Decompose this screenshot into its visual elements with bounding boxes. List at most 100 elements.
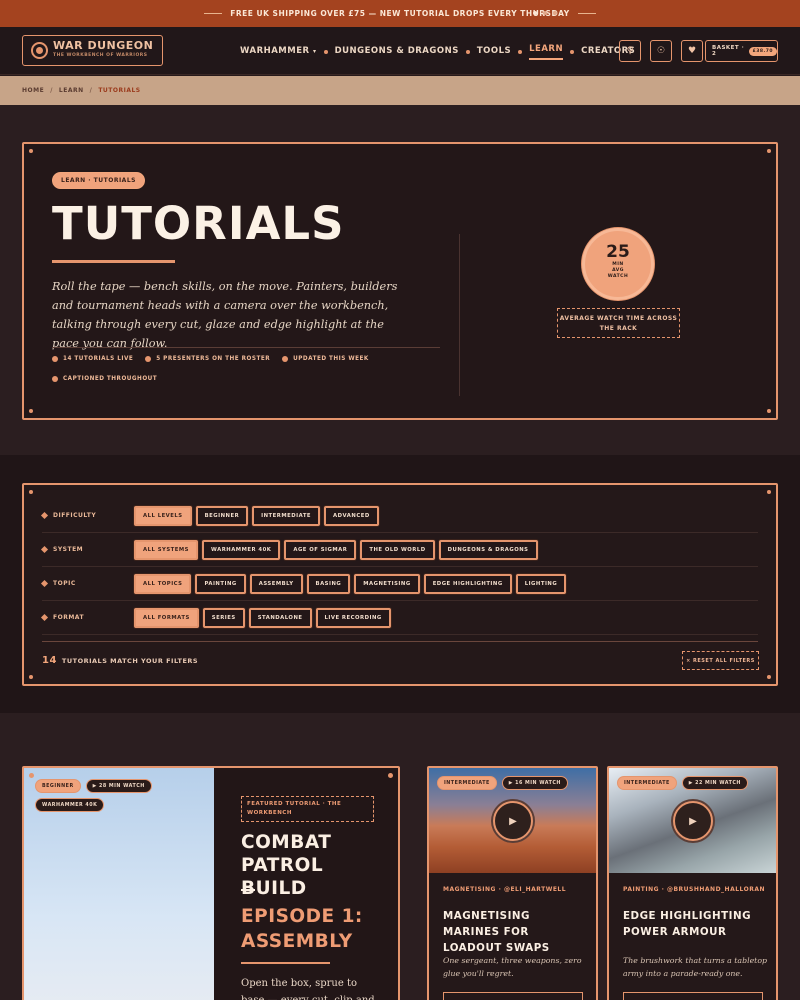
card-meta: PAINTING · @BRUSHHAND_HALLORAN: [623, 886, 766, 893]
card-description: One sergeant, three weapons, zero glue y…: [443, 956, 582, 978]
corner-rivet: [767, 149, 771, 153]
nav-separator: [465, 50, 470, 54]
filter-row-system: SYSTEM ALL SYSTEMS WARHAMMER 40K AGE OF SIG…: [40, 533, 758, 567]
cog-icon: [31, 42, 48, 59]
filter-chip[interactable]: LIGHTING: [515, 573, 567, 594]
nav-item-learn[interactable]: LEARN: [529, 44, 564, 60]
filter-chip[interactable]: STANDALONE: [248, 607, 312, 628]
breadcrumb: HOME / LEARN / TUTORIALS: [0, 76, 800, 105]
duration-badge: ▶ 28 MIN WATCH: [85, 779, 152, 793]
basket-price: £38.70: [748, 46, 777, 56]
corner-rivet: [29, 490, 33, 494]
filter-chip[interactable]: AGE OF SIGMAR: [284, 539, 357, 560]
filter-chip[interactable]: ASSEMBLY: [249, 573, 303, 594]
nav-label: WARHAMMER: [240, 45, 310, 56]
nav-item-tools[interactable]: TOOLS: [477, 46, 511, 59]
filter-chip[interactable]: LIVE RECORDING: [315, 607, 391, 628]
stat-label: UPDATED THIS WEEK: [293, 356, 369, 362]
card-title[interactable]: MAGNETISING MARINES FOR LOADOUT SWAPS: [443, 908, 588, 956]
stat-item: 5 PRESENTERS ON THE ROSTER: [145, 356, 270, 362]
promo-dot[interactable]: [543, 11, 547, 15]
filter-chip[interactable]: BASING: [306, 573, 351, 594]
filter-chip[interactable]: ALL SYSTEMS: [134, 539, 198, 560]
results-text: TUTORIALS MATCH YOUR FILTERS: [61, 656, 199, 665]
bullet-icon: [52, 376, 58, 382]
filter-chip[interactable]: INTERMEDIATE: [252, 505, 321, 526]
stat-item: UPDATED THIS WEEK: [282, 356, 369, 362]
difficulty-badge: INTERMEDIATE: [617, 776, 677, 790]
wishlist-icon[interactable]: ♥: [681, 40, 703, 62]
results-count: 14 TUTORIALS MATCH YOUR FILTERS: [42, 655, 198, 666]
hero-stats: 14 TUTORIALS LIVE 5 PRESENTERS ON THE RO…: [52, 356, 442, 382]
filter-label-text: DIFFICULTY: [53, 512, 97, 519]
title-underline: [52, 260, 175, 263]
avg-watch-badge: 25 MIN AVG WATCH: [582, 228, 654, 300]
featured-title[interactable]: COMBAT PATROL BUILD: [241, 831, 391, 900]
stat-label: 5 PRESENTERS ON THE ROSTER: [156, 356, 271, 362]
play-icon[interactable]: ▶: [493, 801, 533, 841]
corner-rivet: [29, 409, 33, 413]
featured-kicker: FEATURED TUTORIAL · THE WORKBENCH: [241, 796, 374, 822]
stat-label: CAPTIONED THROUGHOUT: [63, 376, 158, 382]
filter-chip[interactable]: SERIES: [202, 607, 245, 628]
filter-label: SYSTEM: [40, 545, 134, 554]
chevron-down-icon: ▾: [313, 47, 317, 55]
play-icon[interactable]: ▶: [673, 801, 713, 841]
filter-chip[interactable]: DUNGEONS & DRAGONS: [438, 539, 538, 560]
nav-item-dnd[interactable]: DUNGEONS & DRAGONS: [335, 46, 459, 59]
card-title[interactable]: EDGE HIGHLIGHTING POWER ARMOUR: [623, 908, 768, 940]
filter-chips: ALL TOPICS PAINTING ASSEMBLY BASING MAGNETIS…: [134, 573, 567, 594]
filter-chip[interactable]: THE OLD WORLD: [360, 539, 435, 560]
filter-label-text: SYSTEM: [53, 546, 84, 553]
filter-chip[interactable]: ALL LEVELS: [134, 505, 192, 526]
nav-item-warhammer[interactable]: WARHAMMER ▾: [240, 46, 317, 59]
filter-label: FORMAT: [40, 613, 134, 622]
stat-item: 14 TUTORIALS LIVE: [52, 356, 133, 362]
main-nav: WARHAMMER ▾ DUNGEONS & DRAGONS TOOLS LEA…: [240, 44, 635, 60]
diamond-icon: [40, 579, 49, 588]
breadcrumb-current: TUTORIALS: [98, 87, 141, 94]
corner-rivet: [29, 675, 33, 679]
search-icon[interactable]: ⚲: [619, 40, 641, 62]
filter-chip[interactable]: WARHAMMER 40K: [201, 539, 281, 560]
filter-chip[interactable]: ALL TOPICS: [134, 573, 192, 594]
featured-tags: BEGINNER ▶ 28 MIN WATCH WARHAMMER 40K: [35, 779, 195, 812]
diamond-icon: [40, 511, 49, 520]
featured-tutorial-card[interactable]: BEGINNER ▶ 28 MIN WATCH WARHAMMER 40K FE…: [22, 766, 400, 1000]
card-tags: INTERMEDIATE ▶ 22 MIN WATCH: [617, 776, 748, 790]
site-logo[interactable]: WAR DUNGEON THE WORKBENCH OF WARRIORS: [22, 35, 163, 66]
tutorial-card[interactable]: INTERMEDIATE ▶ 16 MIN WATCH ▶ MAGNETISIN…: [427, 766, 598, 1000]
promo-dot[interactable]: [533, 11, 537, 15]
nav-separator: [518, 50, 523, 54]
breadcrumb-learn[interactable]: LEARN: [59, 87, 84, 94]
filter-chip[interactable]: MAGNETISING: [354, 573, 420, 594]
duration-badge: ▶ 22 MIN WATCH: [681, 776, 748, 790]
logo-title: WAR DUNGEON: [53, 39, 154, 52]
tutorial-card[interactable]: INTERMEDIATE ▶ 22 MIN WATCH ▶ PAINTING ·…: [607, 766, 778, 1000]
filter-row-topic: TOPIC ALL TOPICS PAINTING ASSEMBLY BASING MAG…: [40, 567, 758, 601]
filter-chip[interactable]: PAINTING: [195, 573, 246, 594]
diamond-icon: [40, 613, 49, 622]
nav-separator: [323, 50, 328, 54]
logo-tagline: THE WORKBENCH OF WARRIORS: [53, 53, 148, 58]
reset-filters-button[interactable]: × RESET ALL FILTERS: [682, 651, 759, 670]
promo-dot[interactable]: [553, 11, 557, 15]
featured-subtitle: EPISODE 1: ASSEMBLY: [241, 906, 363, 952]
filter-chip[interactable]: ALL FORMATS: [134, 607, 199, 628]
filter-chip[interactable]: EDGE HIGHLIGHTING: [423, 573, 512, 594]
basket-button[interactable]: BASKET · 2 £38.70: [705, 40, 778, 62]
filter-chip[interactable]: ADVANCED: [324, 505, 379, 526]
filter-label: TOPIC: [40, 579, 134, 588]
filter-panel: DIFFICULTY ALL LEVELS BEGINNER INTERMEDIATE…: [22, 483, 778, 686]
duration-badge: ▶ 16 MIN WATCH: [501, 776, 568, 790]
corner-rivet: [767, 675, 771, 679]
corner-rivet: [29, 773, 34, 778]
filter-chip[interactable]: BEGINNER: [195, 505, 249, 526]
results-number: 14: [42, 655, 57, 666]
divider: [52, 347, 440, 348]
hero-lede: Roll the tape — bench skills, on the mov…: [52, 280, 398, 350]
promo-carousel-dots[interactable]: [533, 11, 557, 15]
site-header: WAR DUNGEON THE WORKBENCH OF WARRIORS WA…: [0, 27, 800, 75]
breadcrumb-home[interactable]: HOME: [22, 87, 44, 94]
account-icon[interactable]: ☉: [650, 40, 672, 62]
